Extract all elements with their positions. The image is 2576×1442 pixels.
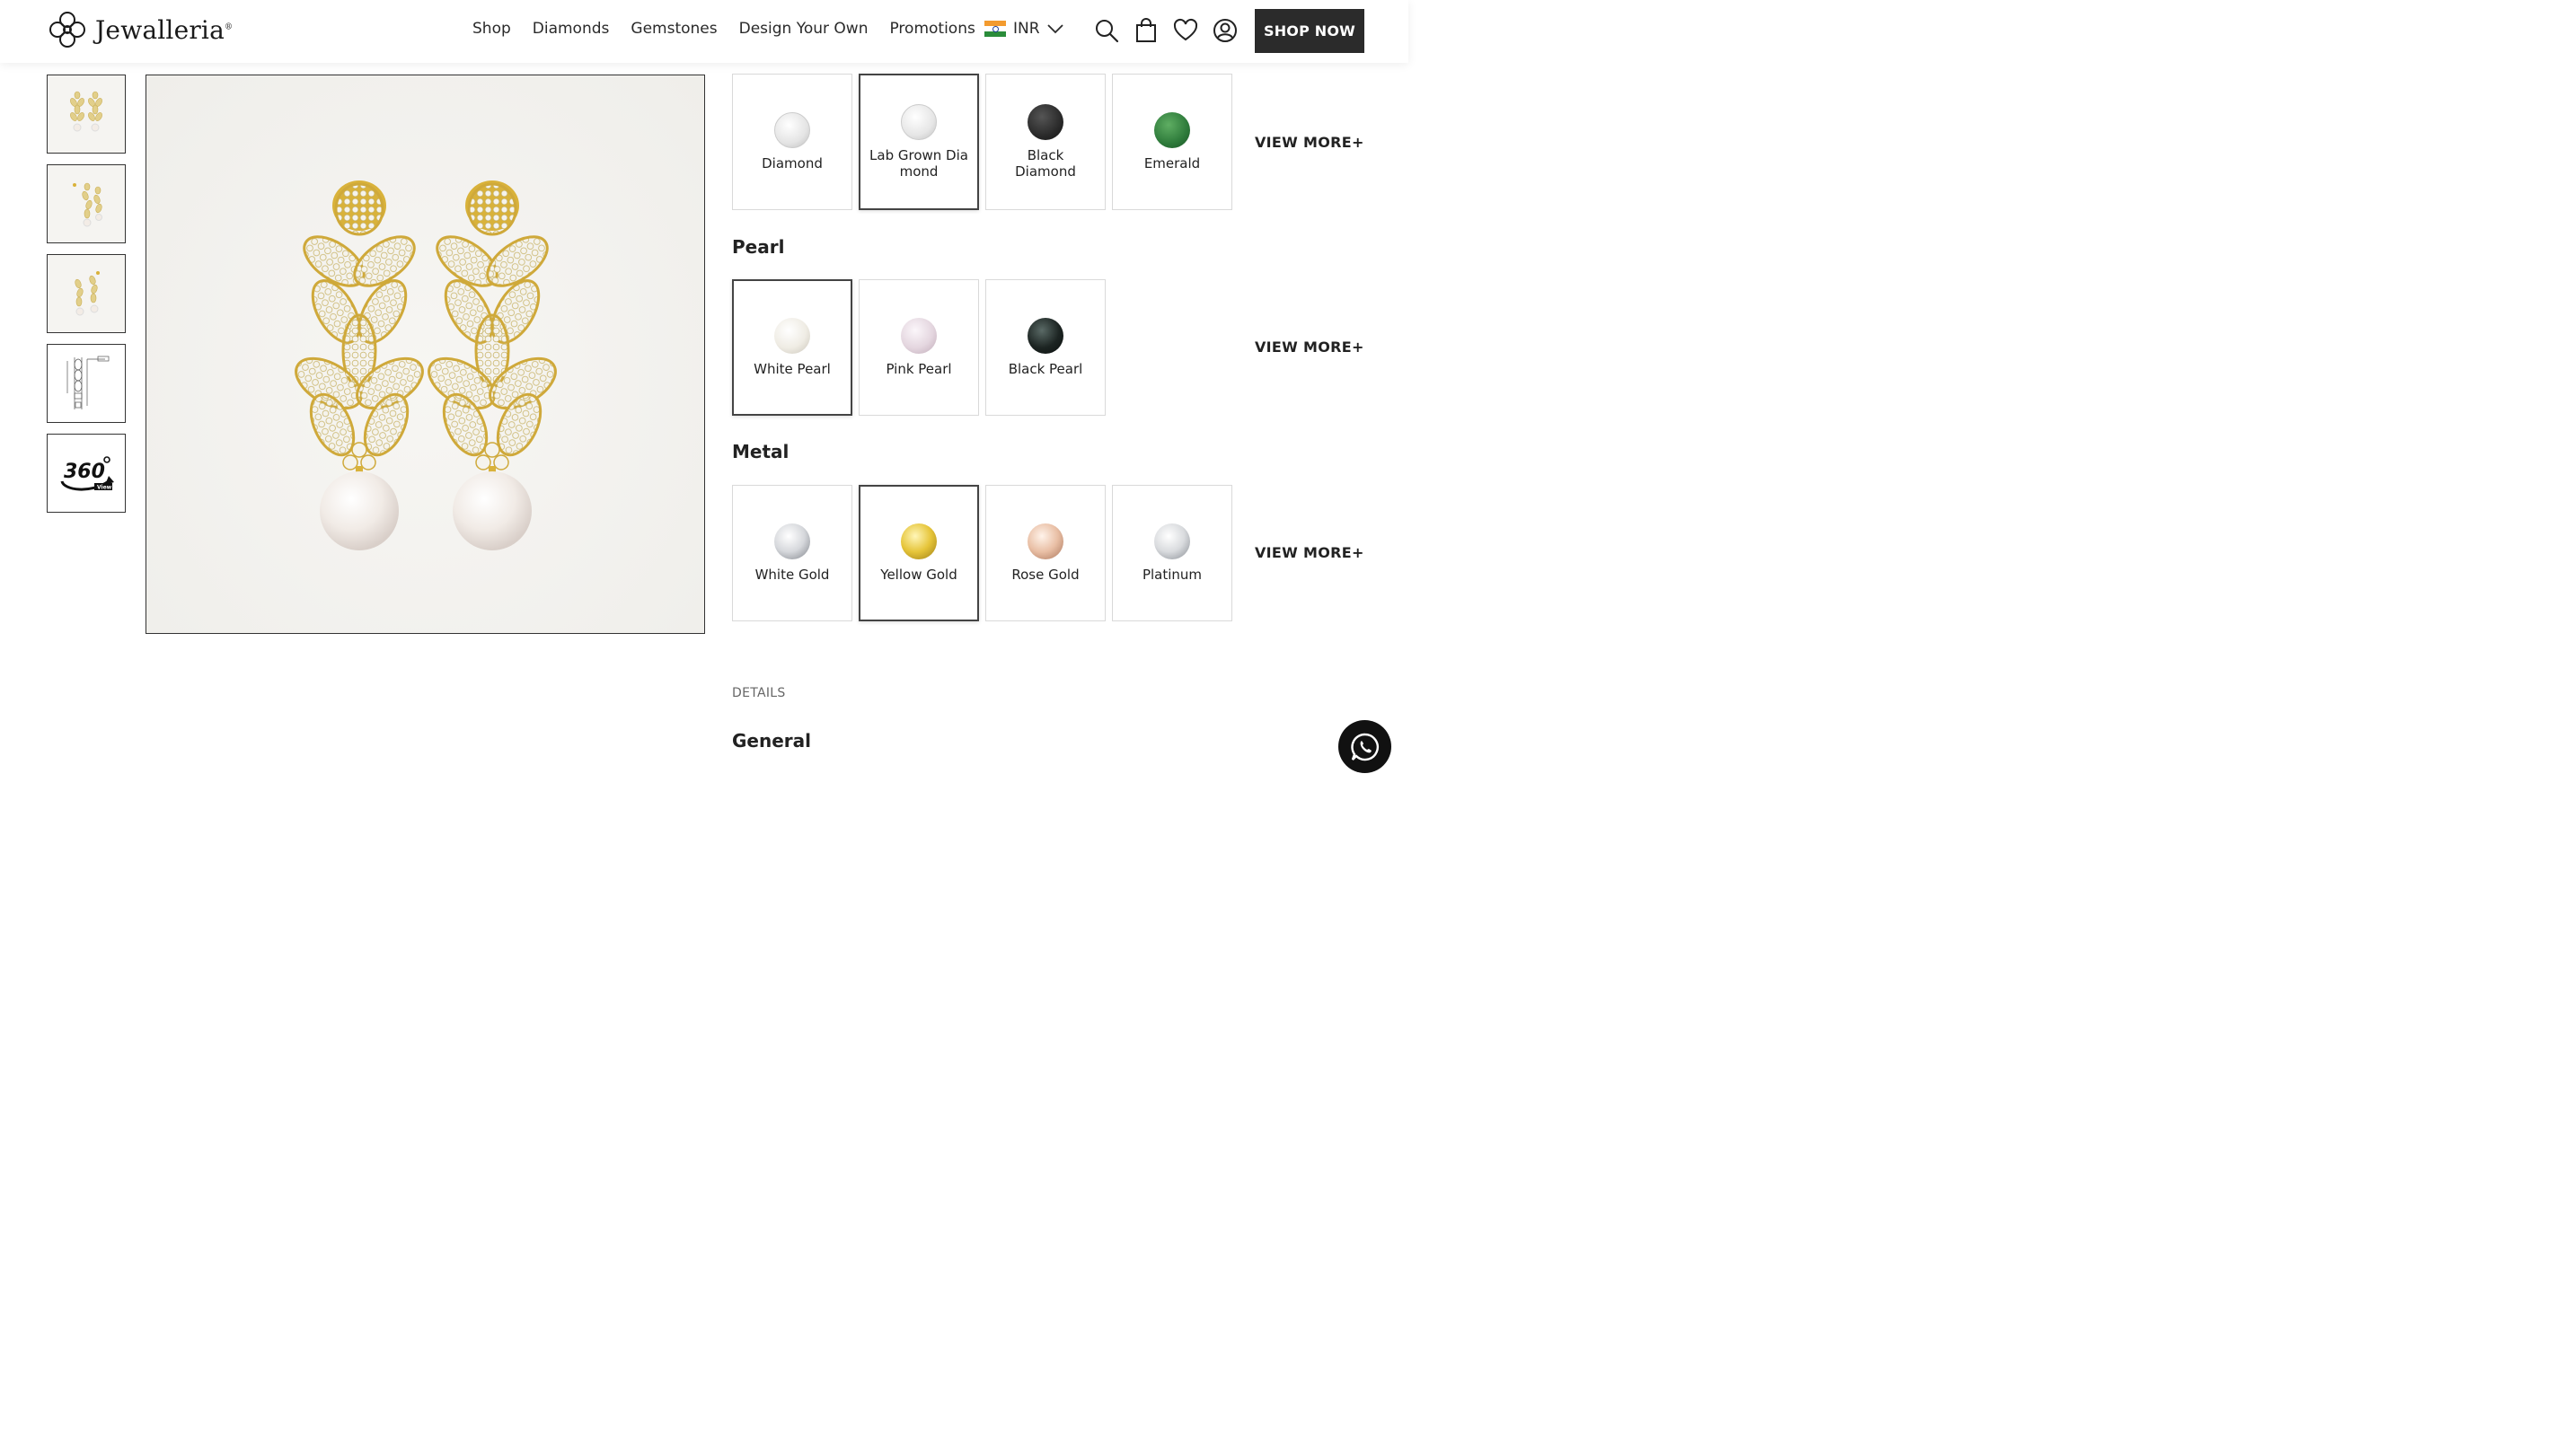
stones-view-more-link[interactable]: VIEW MORE+ (1255, 134, 1364, 151)
option-label: Rose Gold (1011, 567, 1080, 583)
pearl-option-black[interactable]: Black Pearl (985, 279, 1106, 416)
stone-option-black-diamond[interactable]: Black Diamond (985, 74, 1106, 210)
chevron-down-icon (1046, 24, 1063, 34)
option-label: Emerald (1143, 155, 1201, 171)
thumbnail-drawing[interactable] (47, 344, 126, 423)
nav-design-your-own[interactable]: Design Your Own (739, 20, 869, 38)
brand-logo[interactable]: Jewalleria® (47, 9, 233, 50)
option-label: Black Diamond (1015, 147, 1076, 180)
option-label: Pink Pearl (886, 361, 952, 377)
cart-icon[interactable] (1134, 18, 1159, 43)
rose-gold-swatch-icon (1028, 523, 1063, 559)
currency-label: INR (1013, 20, 1040, 38)
brand-name: Jewalleria® (95, 14, 234, 45)
whatsapp-chat-button[interactable] (1338, 720, 1391, 773)
white-pearl-swatch-icon (774, 318, 810, 354)
stone-option-emerald[interactable]: Emerald (1112, 74, 1232, 210)
metal-view-more-link[interactable]: VIEW MORE+ (1255, 544, 1364, 561)
nav-diamonds[interactable]: Diamonds (533, 20, 610, 38)
metal-option-white-gold[interactable]: White Gold (732, 485, 852, 621)
yellow-gold-swatch-icon (901, 523, 937, 559)
thumbnail-360-view[interactable]: 360 View (47, 434, 126, 513)
option-label: White Pearl (754, 361, 831, 377)
earring-thumbnail-image (70, 91, 102, 132)
thumbnail-angle[interactable] (47, 164, 126, 243)
metal-option-rose-gold[interactable]: Rose Gold (985, 485, 1106, 621)
360-view-icon: 360 View (60, 456, 114, 491)
thumbnail-front[interactable] (47, 75, 126, 154)
nav-shop[interactable]: Shop (472, 20, 511, 38)
lab-diamond-swatch-icon (901, 104, 937, 140)
account-icon[interactable] (1213, 18, 1238, 43)
metal-section-title: Metal (732, 441, 790, 462)
earring-thumbnail-image (75, 271, 100, 316)
diamond-swatch-icon (774, 112, 810, 148)
option-label: White Gold (754, 567, 830, 583)
general-section-title: General (732, 730, 811, 752)
pearl-view-more-link[interactable]: VIEW MORE+ (1255, 339, 1364, 356)
nav-promotions[interactable]: Promotions (889, 20, 975, 38)
platinum-swatch-icon (1154, 523, 1190, 559)
metal-option-yellow-gold[interactable]: Yellow Gold (859, 485, 979, 621)
black-pearl-swatch-icon (1028, 318, 1063, 354)
pearl-drop-earrings-image (286, 179, 566, 552)
pearl-option-pink[interactable]: Pink Pearl (859, 279, 979, 416)
metal-option-platinum[interactable]: Platinum (1112, 485, 1232, 621)
option-label: Lab Grown Dia mond (869, 147, 968, 180)
main-product-image[interactable] (146, 75, 705, 634)
site-header: Jewalleria® Shop Diamonds Gemstones Desi… (0, 0, 1408, 63)
black-diamond-swatch-icon (1028, 104, 1063, 140)
option-label: Diamond (762, 155, 823, 171)
main-nav: Shop Diamonds Gemstones Design Your Own … (472, 20, 975, 38)
earring-thumbnail-image (73, 182, 102, 227)
stone-option-diamond[interactable]: Diamond (732, 74, 852, 210)
pearl-option-white[interactable]: White Pearl (732, 279, 852, 416)
india-flag-icon (984, 21, 1006, 37)
whatsapp-icon (1350, 733, 1379, 761)
option-label: Platinum (1142, 567, 1203, 583)
thumbnail-side[interactable] (47, 254, 126, 333)
currency-selector[interactable]: INR (984, 20, 1063, 38)
pearl-section-title: Pearl (732, 236, 785, 258)
pink-pearl-swatch-icon (901, 318, 937, 354)
stone-option-lab-grown-diamond[interactable]: Lab Grown Dia mond (859, 74, 979, 210)
details-label: DETAILS (732, 686, 786, 700)
technical-drawing-image (66, 356, 110, 409)
nav-gemstones[interactable]: Gemstones (631, 20, 717, 38)
360-view-label: View (97, 485, 112, 491)
option-label: Black Pearl (1008, 361, 1083, 377)
360-label: 360 (64, 461, 105, 483)
option-label: Yellow Gold (880, 567, 957, 583)
white-gold-swatch-icon (774, 523, 810, 559)
wishlist-heart-icon[interactable] (1173, 18, 1198, 43)
shop-now-button[interactable]: SHOP NOW (1255, 9, 1364, 53)
logo-icon (49, 12, 85, 48)
search-icon[interactable] (1094, 18, 1119, 43)
emerald-swatch-icon (1154, 112, 1190, 148)
